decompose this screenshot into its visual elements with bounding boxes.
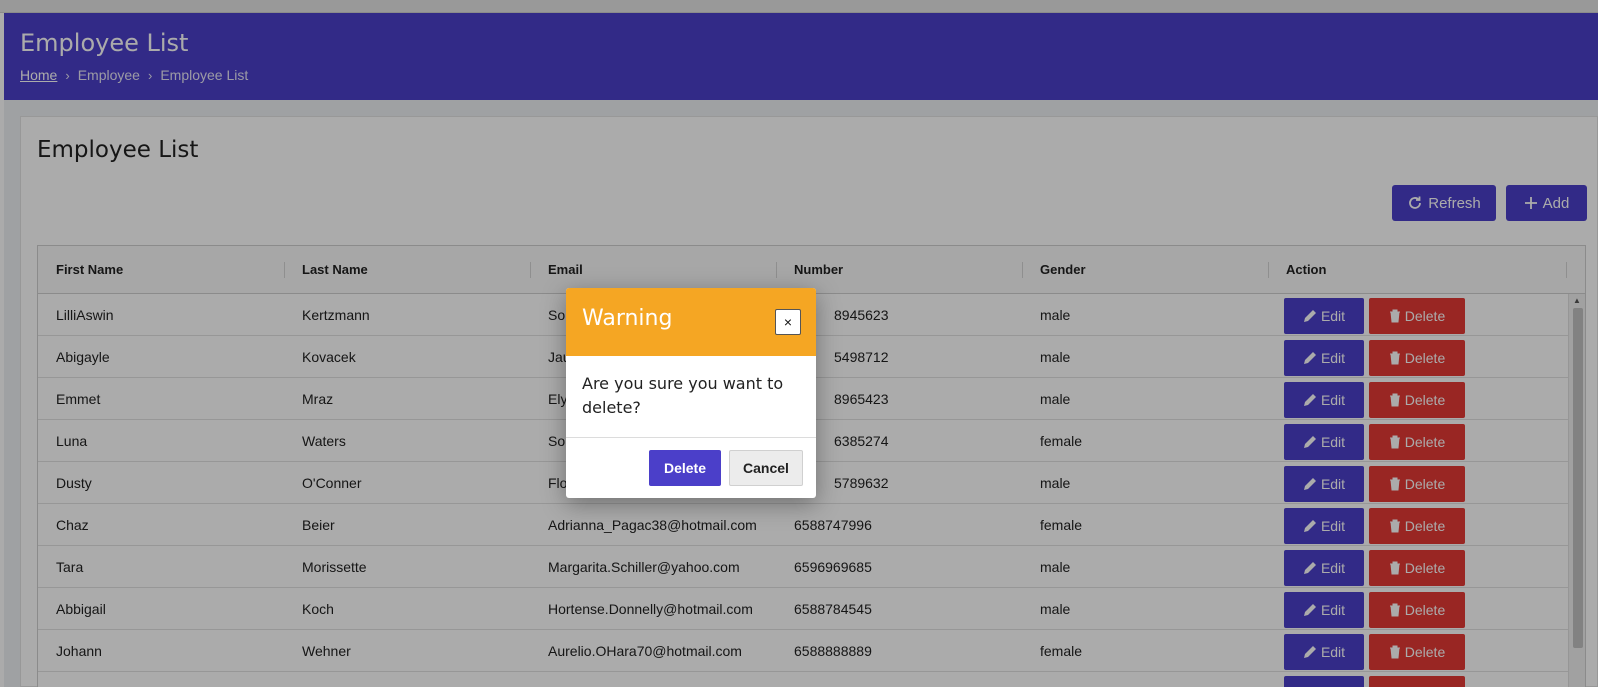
cancel-button[interactable]: Cancel	[729, 450, 803, 486]
dialog-title: Warning	[582, 306, 673, 331]
confirm-delete-button[interactable]: Delete	[649, 450, 721, 486]
page: Employee List Home › Employee › Employee…	[0, 0, 1598, 687]
close-button[interactable]: ×	[775, 309, 801, 335]
dialog-message: Are you sure you want to delete?	[582, 374, 784, 417]
dialog-header: Warning ×	[566, 288, 816, 356]
warning-dialog: Warning × Are you sure you want to delet…	[566, 288, 816, 498]
dialog-divider	[566, 437, 816, 438]
